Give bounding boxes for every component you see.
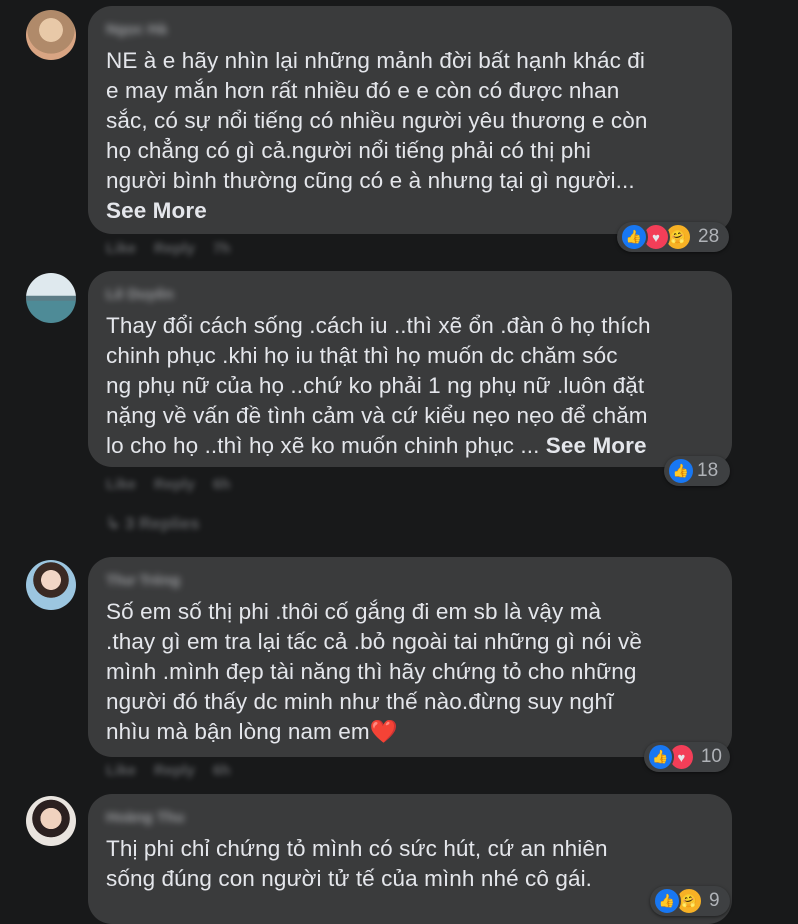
comment-actions: Like Reply 6h — [106, 476, 230, 493]
timestamp[interactable]: 6h — [213, 762, 231, 779]
see-more-link[interactable]: See More — [106, 198, 207, 223]
reply-action[interactable]: Reply — [154, 240, 195, 257]
like-icon: 👍 — [647, 743, 674, 771]
avatar[interactable] — [26, 560, 76, 610]
view-replies-link[interactable]: ↳ 3 Replies — [106, 514, 200, 534]
heart-emoji: ❤️ — [369, 719, 398, 744]
reaction-count: 10 — [700, 746, 722, 767]
like-icon: 👍 — [653, 887, 681, 915]
reactions-summary[interactable]: 👍 🤗 9 — [650, 886, 730, 916]
avatar[interactable] — [26, 10, 76, 60]
reactions-summary[interactable]: 👍 ♥ 10 — [644, 742, 730, 772]
reaction-count: 28 — [698, 226, 720, 247]
reactions-summary[interactable]: 👍 ♥ 🤗 28 — [617, 222, 729, 252]
timestamp[interactable]: 7h — [213, 240, 231, 257]
timestamp[interactable]: 6h — [213, 476, 231, 493]
comment-bubble: Lê Duyên Thay đổi cách sống .cách iu ..t… — [88, 271, 732, 467]
reply-action[interactable]: Reply — [154, 476, 195, 493]
comment-text: Thay đổi cách sống .cách iu ..thì xẽ ổn … — [106, 313, 651, 458]
comment-author[interactable]: Ngọc Hà — [106, 20, 714, 40]
comment-actions: Like Reply 7h — [106, 240, 230, 257]
comment-author[interactable]: Lê Duyên — [106, 285, 714, 305]
reply-action[interactable]: Reply — [154, 762, 195, 779]
like-action[interactable]: Like — [106, 762, 136, 779]
comment-actions: Like Reply 6h — [106, 762, 230, 779]
reactions-summary[interactable]: 👍 18 — [664, 456, 730, 486]
comment-author[interactable]: Thư Trẻng — [106, 571, 714, 591]
like-icon: 👍 — [620, 223, 648, 251]
comment-bubble: Thư Trẻng Số em số thị phi .thôi cố gắng… — [88, 557, 732, 757]
avatar[interactable] — [26, 796, 76, 846]
like-icon: 👍 — [667, 457, 695, 485]
comment-author[interactable]: Hoàng Thu — [106, 808, 714, 828]
comment-text: Thị phi chỉ chứng tỏ mình có sức hút, cứ… — [106, 836, 608, 891]
see-more-link[interactable]: See More — [546, 433, 647, 458]
comment-text: NE à e hãy nhìn lại những mảnh đời bất h… — [106, 48, 648, 223]
reaction-count: 9 — [709, 890, 720, 911]
like-action[interactable]: Like — [106, 240, 136, 257]
like-action[interactable]: Like — [106, 476, 136, 493]
avatar[interactable] — [26, 273, 76, 323]
comment-bubble: Hoàng Thu Thị phi chỉ chứng tỏ mình có s… — [88, 794, 732, 924]
comment-bubble: Ngọc Hà NE à e hãy nhìn lại những mảnh đ… — [88, 6, 732, 234]
comment-text: Số em số thị phi .thôi cố gắng đi em sb … — [106, 599, 642, 744]
reaction-count: 18 — [697, 460, 719, 481]
